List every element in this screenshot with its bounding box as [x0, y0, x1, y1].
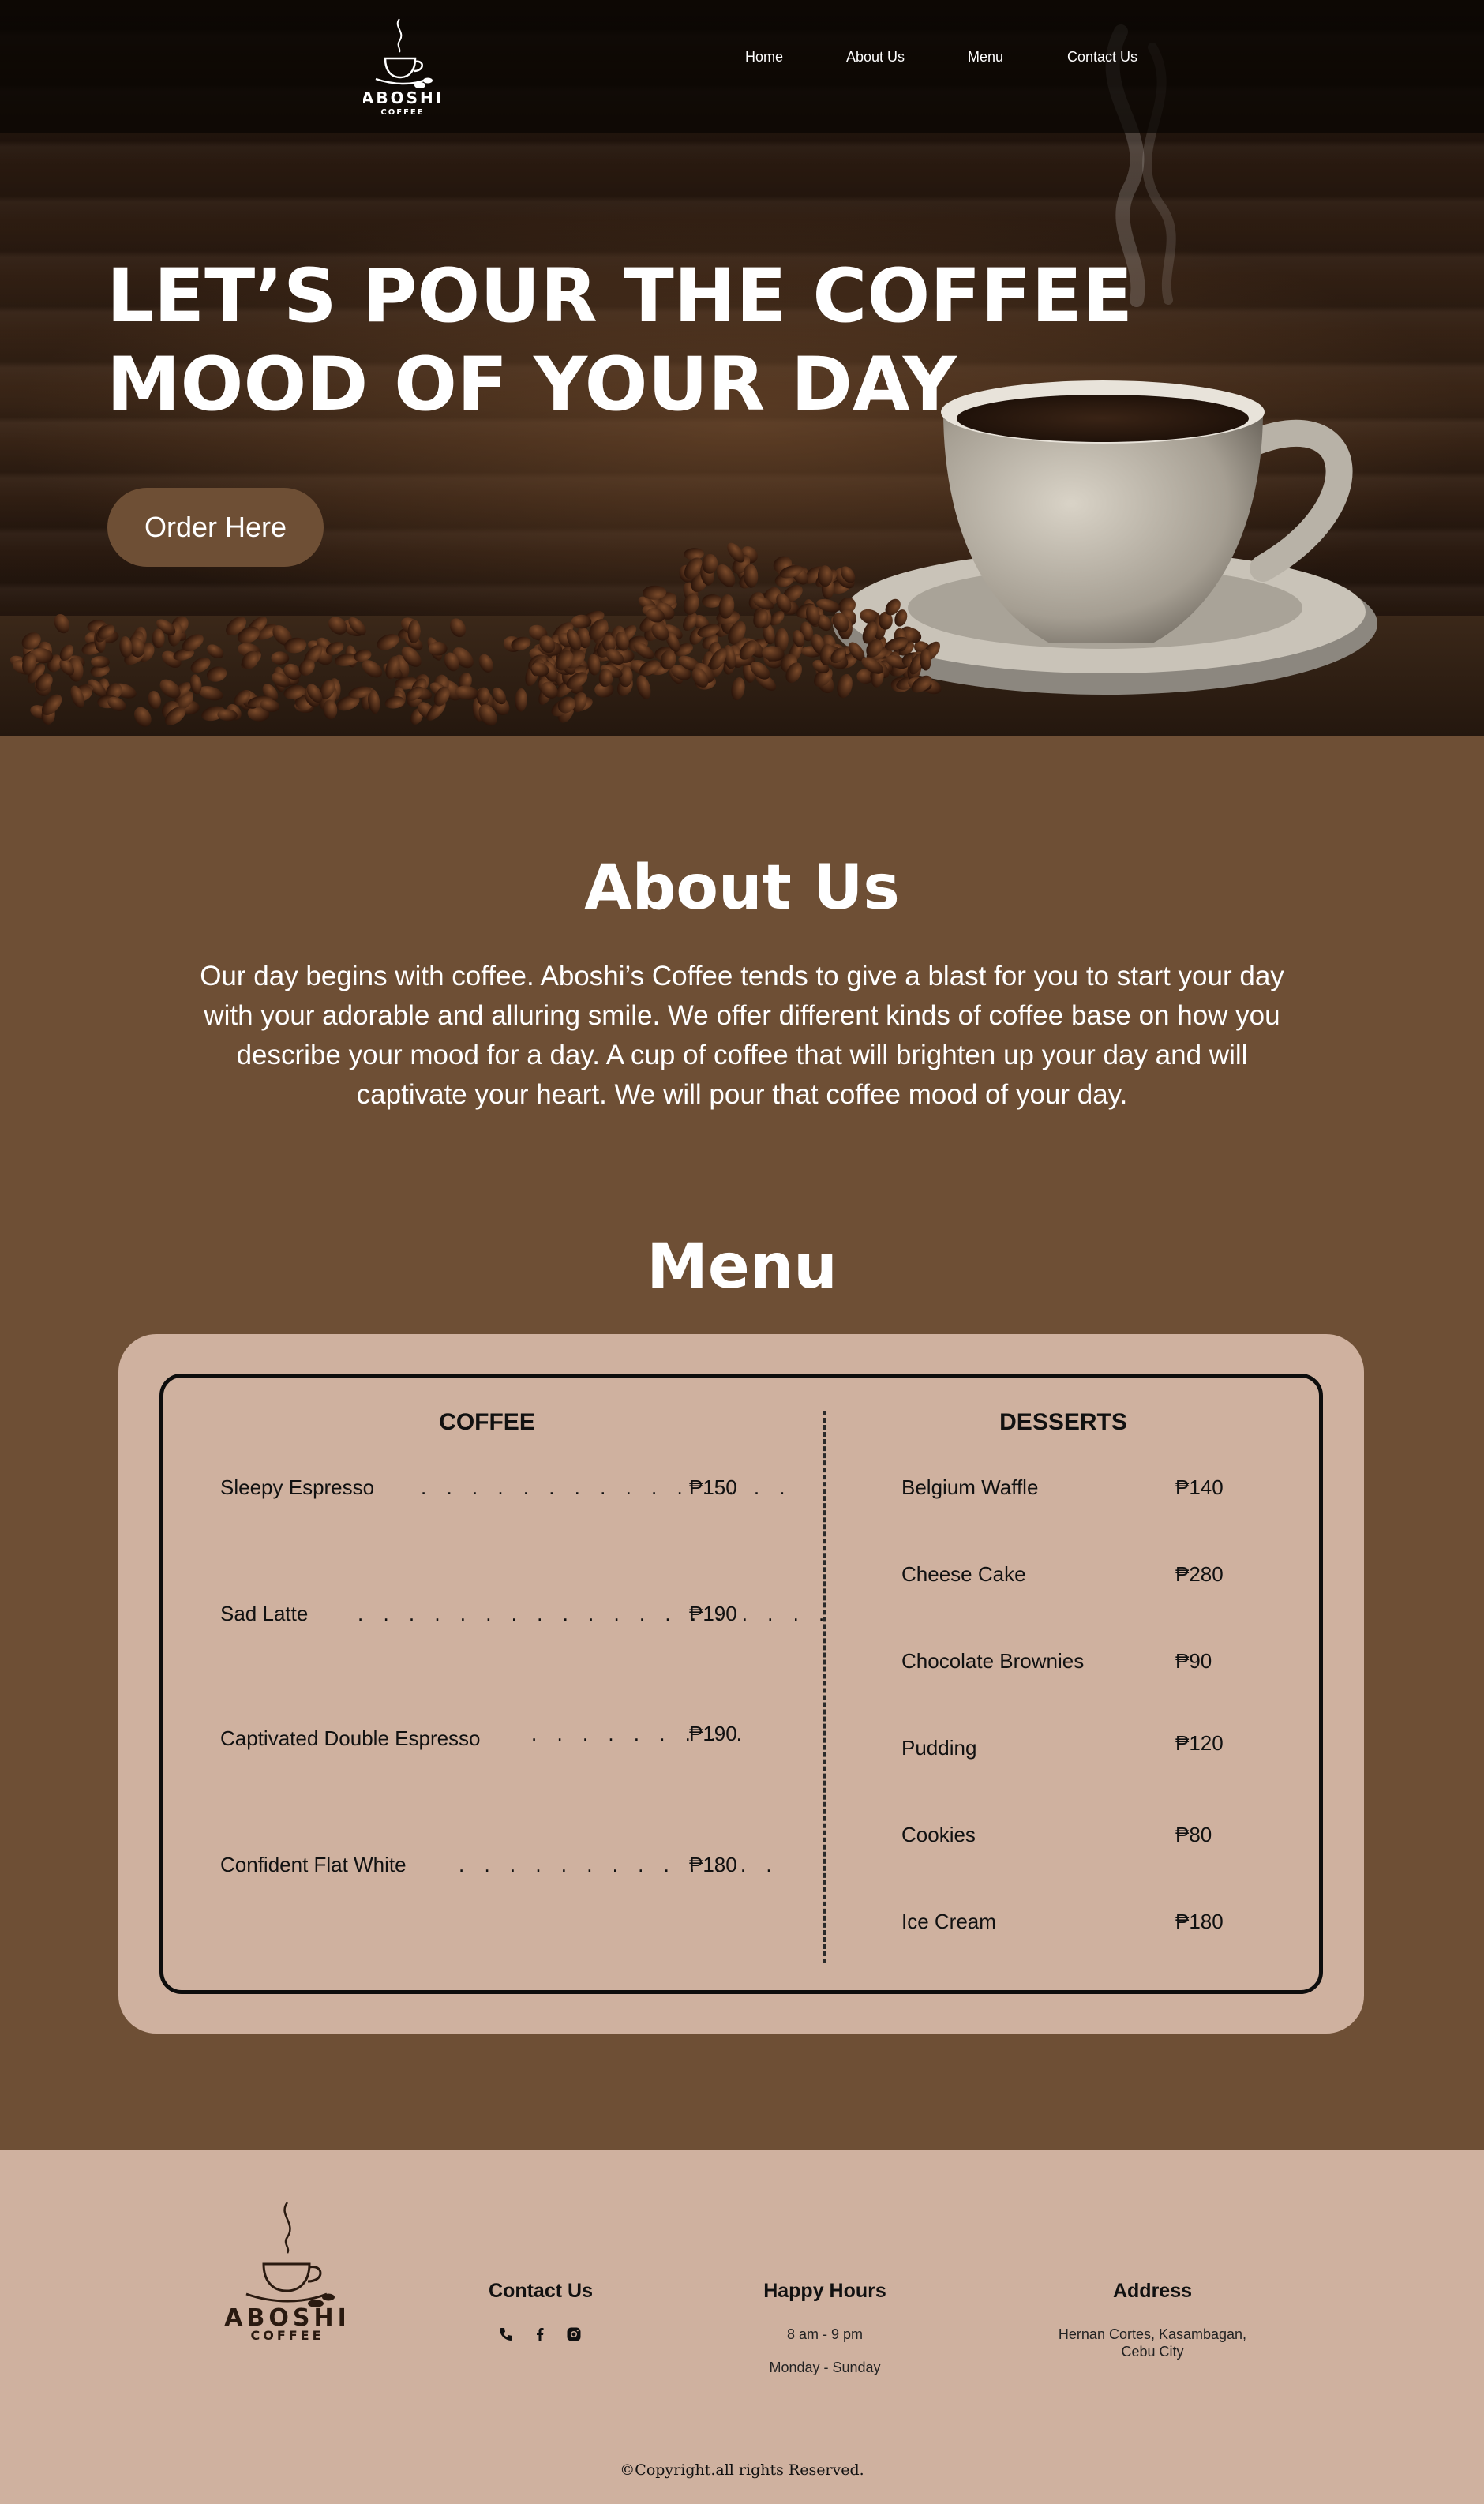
desserts-heading: DESSERTS [999, 1409, 1127, 1435]
hours-time: 8 am - 9 pm [786, 2326, 864, 2342]
about-title: About Us [584, 853, 900, 924]
dessert-item-name: Ice Cream [901, 1910, 996, 1933]
top-navigation-bar: ABOSHI COFFEE Home About Us Menu Contact… [0, 0, 1484, 133]
about-line: describe your mood for a day. A cup of c… [236, 1040, 1248, 1070]
menu-title: Menu [646, 1231, 838, 1303]
happy-hours-heading: Happy Hours [763, 2280, 886, 2302]
nav-about-us[interactable]: About Us [846, 49, 905, 66]
facebook-icon[interactable] [531, 2326, 549, 2343]
contact-heading: Contact Us [489, 2280, 593, 2302]
address-heading: Address [1112, 2280, 1193, 2302]
dessert-item-price: ₱120 [1175, 1731, 1224, 1755]
address-text: Hernan Cortes, Kasambagan, Cebu City [1026, 2326, 1279, 2360]
menu-divider [823, 1411, 826, 1963]
hero-headline: LET’S POUR THE COFFEE MOOD OF YOUR DAY [107, 253, 1134, 429]
hours-days: Monday - Sunday [769, 2360, 881, 2375]
dessert-item-name: Pudding [901, 1736, 977, 1760]
coffee-item-price: ₱190 [689, 1602, 737, 1625]
coffee-item-name: Confident Flat White [220, 1853, 407, 1876]
coffee-item-price: ₱190 [689, 1722, 737, 1745]
aboshi-footer-logo: ABOSHI COFFEE [224, 2202, 347, 2340]
logo-wordmark: ABOSHI [363, 88, 442, 107]
hero-headline-line2: MOOD OF YOUR DAY [107, 342, 957, 428]
dessert-item-price: ₱280 [1175, 1562, 1224, 1586]
hero-headline-line1: LET’S POUR THE COFFEE [107, 253, 1134, 339]
menu-card: COFFEE DESSERTS Sleepy Espresso . . . . … [118, 1334, 1364, 2034]
dessert-item-name: Chocolate Brownies [901, 1649, 1085, 1673]
menu-board: COFFEE DESSERTS Sleepy Espresso . . . . … [159, 1374, 1323, 1994]
footer-logo-subtitle: COFFEE [250, 2328, 324, 2340]
address-line2: Cebu City [1121, 2344, 1184, 2360]
instagram-icon[interactable] [565, 2326, 583, 2343]
leader-dots: . . . . . . . . . . . . . . . . . . . [358, 1602, 832, 1625]
aboshi-logo[interactable]: ABOSHI COFFEE [363, 14, 442, 117]
address-line1: Hernan Cortes, Kasambagan, [1058, 2326, 1247, 2342]
logo-subtitle: COFFEE [380, 108, 424, 117]
dessert-item-price: ₱90 [1175, 1649, 1212, 1673]
dessert-item-name: Cookies [901, 1823, 976, 1846]
dessert-item-name: Belgium Waffle [901, 1475, 1039, 1499]
dessert-item-price: ₱80 [1175, 1823, 1212, 1846]
coffee-heading: COFFEE [439, 1409, 535, 1435]
phone-icon[interactable] [497, 2326, 515, 2343]
about-line: Our day begins with coffee. Aboshi’s Cof… [200, 961, 1284, 991]
coffee-item-name: Sleepy Espresso [220, 1475, 375, 1499]
coffee-item-name: Sad Latte [220, 1602, 309, 1625]
coffee-item-name: Captivated Double Espresso [220, 1726, 481, 1750]
nav-contact-us[interactable]: Contact Us [1067, 49, 1137, 66]
nav-menu[interactable]: Menu [968, 49, 1003, 66]
footer: ABOSHI COFFEE Contact Us Happy Hours 8 a… [0, 2150, 1484, 2504]
about-description: Our day begins with coffee. Aboshi’s Cof… [182, 957, 1302, 1115]
coffee-item-price: ₱180 [689, 1853, 737, 1876]
nav-home[interactable]: Home [745, 49, 783, 66]
order-here-button[interactable]: Order Here [107, 488, 324, 567]
about-line: captivate your heart. We will pour that … [356, 1079, 1128, 1110]
about-line: with your adorable and alluring smile. W… [204, 1000, 1280, 1031]
coffee-item-price: ₱150 [689, 1475, 737, 1499]
dessert-item-price: ₱180 [1175, 1910, 1224, 1933]
dessert-item-price: ₱140 [1175, 1475, 1224, 1499]
hero-section: ABOSHI COFFEE Home About Us Menu Contact… [0, 0, 1484, 736]
dessert-item-name: Cheese Cake [901, 1562, 1026, 1586]
copyright-text: ©Copyright.all rights Reserved. [620, 2461, 864, 2479]
